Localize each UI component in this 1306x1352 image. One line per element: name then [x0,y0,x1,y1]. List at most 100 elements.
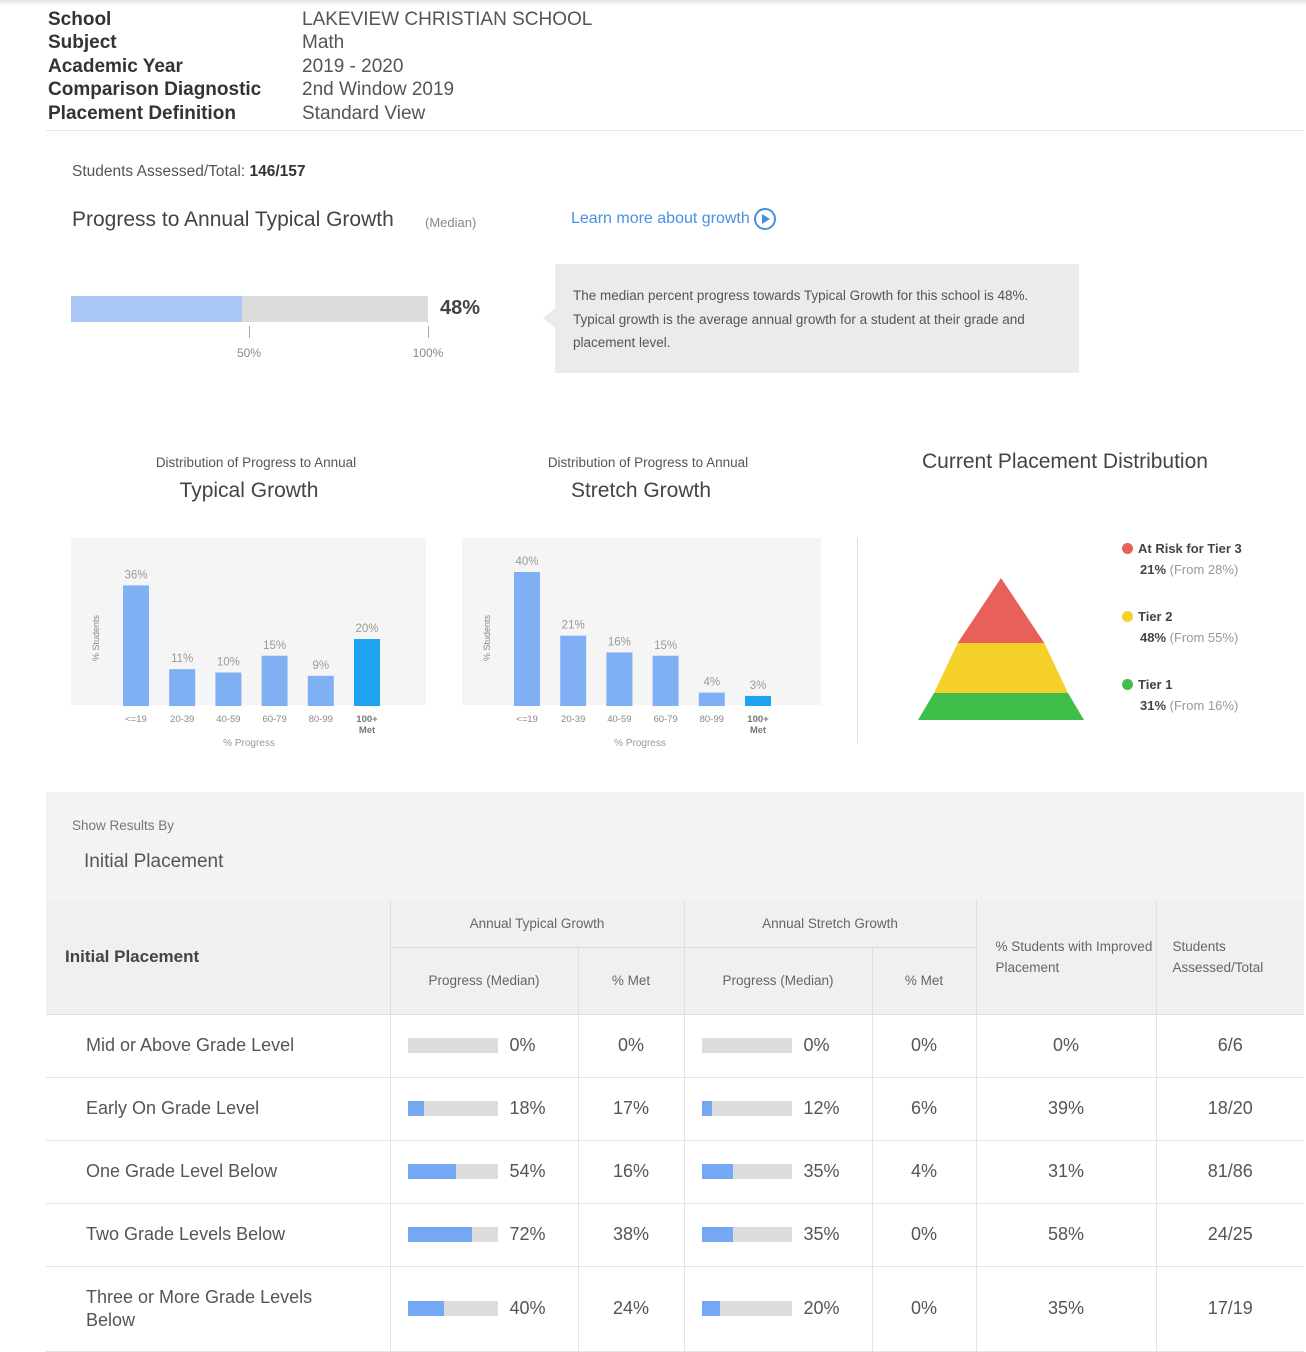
x-tick-0: <=19 [125,714,147,725]
typical-chart-small-title: Distribution of Progress to Annual [155,455,357,470]
bar-label-3: 15% [263,640,286,652]
row-typical-progress: 54% [389,1140,578,1204]
comparison-value: 2nd Window 2019 [302,79,455,101]
stretch-progress-bar [701,1227,792,1242]
table-row: Three or More Grade Levels Below 40% 24% 20… [46,1266,1304,1352]
x-tick-1: 20-39 [170,714,194,725]
tick-100-label: 100% [412,346,444,360]
placement-definition-value: Standard View [302,102,426,124]
learn-more-link[interactable]: Learn more about growth [571,208,776,230]
x-tick-4: 80-99 [309,714,333,725]
header-improved-placement[interactable]: % Students with Improved Placement [975,900,1157,1015]
progress-bar [71,296,428,322]
legend-tier-1: Tier 1 31% (From 16%) [1122,677,1238,713]
x-tick-5: 100+ [356,714,378,725]
row-stretch-progress: 35% [683,1203,872,1267]
tick-100 [428,326,429,338]
row-placement-name: One Grade Level Below [46,1140,390,1204]
learn-more-label[interactable]: Learn more about growth [571,210,750,228]
bar-4 [307,675,334,706]
row-typical-progress: 0% [389,1014,578,1078]
report-meta: School LAKEVIEW CHRISTIAN SCHOOL Subject M… [48,8,592,126]
meta-divider [46,130,1304,131]
row-placement-name: Two Grade Levels Below [46,1203,390,1267]
header-stretch-growth: Annual Stretch Growth [683,900,977,948]
header-students-assessed[interactable]: Students Assessed/Total [1155,900,1304,1015]
row-assessed: 81/86 [1155,1140,1304,1204]
row-stretch-progress: 0% [683,1014,872,1078]
progress-bar-fill [71,296,243,322]
year-value: 2019 - 2020 [302,55,404,77]
row-typical-met: 17% [577,1077,684,1141]
legend-pct-tier-2: 48% [1140,630,1167,645]
typical-progress-fill [407,1227,473,1242]
progress-title: Progress to Annual Typical Growth [72,208,394,231]
typical-progress-bar [407,1301,498,1316]
row-placement-name: Three or More Grade Levels Below [46,1266,390,1352]
students-assessed-value: 146/157 [249,163,306,180]
row-improved: 58% [975,1203,1156,1267]
header-typical-met[interactable]: % Met [577,947,685,1015]
row-typical-met: 16% [577,1140,684,1204]
row-stretch-progress: 20% [683,1266,872,1352]
stretch-progress-bar [701,1101,792,1116]
header-stretch-met[interactable]: % Met [871,947,977,1015]
stretch-progress-value: 0% [803,1035,830,1055]
placement-definition-label: Placement Definition [48,102,236,124]
school-value: LAKEVIEW CHRISTIAN SCHOOL [302,8,593,30]
stretch-progress-fill [701,1164,733,1179]
typical-progress-fill [407,1101,424,1116]
table-row: Two Grade Levels Below 72% 38% 35% 0% 58% 24/2… [46,1203,1304,1267]
x-tick-3: 60-79 [653,714,677,725]
typical-progress-value: 54% [509,1161,546,1181]
bar-label-0: 36% [124,569,147,581]
typical-chart-title: Typical Growth [179,479,319,502]
stretch-progress-value: 20% [803,1298,840,1318]
bar-5 [745,695,771,706]
row-typical-progress: 72% [389,1203,578,1267]
bar-0 [514,572,540,706]
row-improved: 31% [975,1140,1156,1204]
bar-1 [169,669,196,706]
show-results-by-label: Show Results By [72,818,175,833]
y-axis-label: % Students [91,614,101,661]
results-by-select[interactable]: Initial Placement [84,851,223,873]
x-tick-2: 40-59 [607,714,631,725]
row-improved: 0% [975,1014,1156,1078]
row-typical-progress: 18% [389,1077,578,1141]
typical-progress-value: 18% [509,1098,546,1118]
chart-divider [857,538,858,743]
x-tick-5: 100+ [747,714,769,725]
row-placement-name: Early On Grade Level [46,1077,390,1141]
row-stretch-progress: 12% [683,1077,872,1141]
play-icon[interactable] [753,208,776,230]
bar-label-4: 4% [703,677,720,689]
table-row: Early On Grade Level 18% 17% 12% 6% 39% 18/20 [46,1077,1304,1141]
typical-progress-fill [407,1164,457,1179]
typical-progress-value: 0% [509,1035,536,1055]
x-tick-2: 40-59 [216,714,240,725]
row-stretch-met: 0% [871,1014,976,1078]
typical-progress-value: 40% [509,1298,546,1318]
legend-from-tier-1: (From 16%) [1169,698,1239,713]
x-tick-5-line2: Met [750,725,767,736]
top-shadow [0,0,1306,6]
stretch-progress-fill [701,1101,713,1116]
table-row: One Grade Level Below 54% 16% 35% 4% 31% 81/86 [46,1140,1304,1204]
header-stretch-progress[interactable]: Progress (Median) [683,947,873,1015]
bar-5 [354,639,380,706]
results-body: Mid or Above Grade Level 0% 0% 0% 0% 0% 6/6 Ear… [46,1014,1304,1352]
bar-label-3: 15% [654,640,677,652]
bar-label-4: 9% [312,660,329,672]
legend-from-tier-2: (From 55%) [1169,630,1239,645]
bar-label-1: 11% [171,653,193,665]
header-typical-progress[interactable]: Progress (Median) [389,947,579,1015]
legend-name-tier-2: Tier 2 [1138,609,1173,624]
header-initial-placement[interactable]: Initial Placement [46,900,391,1015]
progress-subtitle: (Median) [425,215,477,230]
row-typical-met: 38% [577,1203,684,1267]
row-stretch-met: 0% [871,1203,976,1267]
row-typical-met: 0% [577,1014,684,1078]
stretch-progress-bar [701,1301,792,1316]
school-label: School [48,8,112,30]
